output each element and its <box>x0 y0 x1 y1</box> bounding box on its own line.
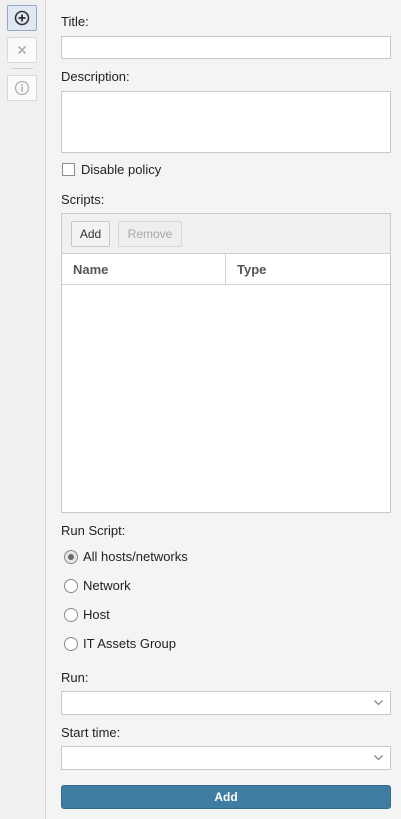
add-button[interactable] <box>7 5 37 31</box>
side-toolbar <box>0 0 46 819</box>
radio-it-assets-group[interactable]: IT Assets Group <box>64 636 176 651</box>
scripts-grid-body <box>62 285 390 512</box>
radio-network[interactable]: Network <box>64 578 131 593</box>
title-input[interactable] <box>61 36 391 59</box>
scripts-label: Scripts: <box>61 192 105 207</box>
radio-all-hosts-networks[interactable]: All hosts/networks <box>64 549 188 564</box>
radio-host[interactable]: Host <box>64 607 110 622</box>
column-header-name[interactable]: Name <box>62 254 226 284</box>
scripts-toolbar: Add Remove <box>62 214 390 254</box>
radio-button[interactable] <box>64 607 78 622</box>
radio-label: IT Assets Group <box>83 636 176 651</box>
info-button[interactable] <box>7 75 37 101</box>
radio-button[interactable] <box>64 636 78 651</box>
description-label: Description: <box>61 69 130 84</box>
radio-label: Network <box>83 578 131 593</box>
start-time-select[interactable] <box>61 746 391 770</box>
start-time-label: Start time: <box>61 725 121 740</box>
scripts-grid: Add Remove Name Type <box>61 213 391 513</box>
disable-policy-checkbox[interactable] <box>62 163 75 176</box>
radio-button[interactable] <box>64 549 78 564</box>
plus-circle-icon <box>14 10 30 26</box>
run-script-label: Run Script: <box>61 523 126 538</box>
run-select[interactable] <box>61 691 391 715</box>
run-label: Run: <box>61 670 89 685</box>
scripts-grid-header: Name Type <box>62 254 390 285</box>
delete-button[interactable] <box>7 37 37 63</box>
remove-script-button[interactable]: Remove <box>118 221 182 247</box>
submit-add-button[interactable]: Add <box>61 785 391 809</box>
radio-label: All hosts/networks <box>83 549 188 564</box>
add-script-button[interactable]: Add <box>71 221 110 247</box>
info-icon <box>14 80 30 96</box>
description-textarea[interactable] <box>61 91 391 153</box>
chevron-down-icon <box>374 700 383 706</box>
disable-policy-label: Disable policy <box>81 162 162 177</box>
policy-form: Title: Description: Disable policy Scrip… <box>47 0 401 819</box>
toolbar-divider <box>11 68 33 69</box>
close-icon <box>17 45 27 55</box>
column-header-type[interactable]: Type <box>226 254 390 284</box>
disable-policy-row[interactable]: Disable policy <box>62 162 161 177</box>
chevron-down-icon <box>374 755 383 761</box>
title-label: Title: <box>61 14 89 29</box>
radio-button[interactable] <box>64 578 78 593</box>
radio-label: Host <box>83 607 110 622</box>
